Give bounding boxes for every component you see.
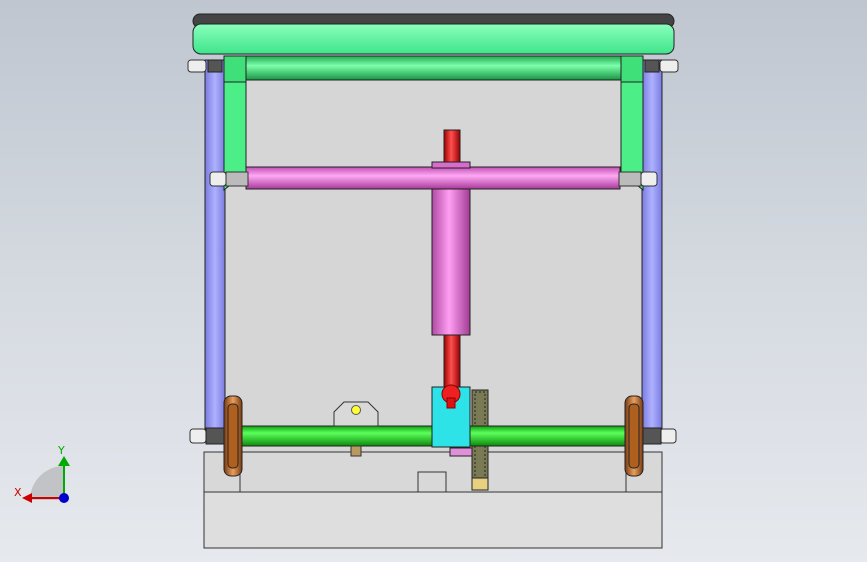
- upper-rod: [237, 55, 631, 81]
- sensor-indicator: [351, 405, 361, 415]
- left-wheel: [223, 395, 243, 477]
- top-cover: [192, 13, 675, 55]
- orientation-triad[interactable]: Y X: [14, 444, 70, 503]
- assembly-drawing: Y X: [14, 13, 679, 549]
- base-plate: [203, 451, 663, 549]
- right-upper-bracket: [620, 55, 644, 192]
- left-side-link: [204, 59, 226, 439]
- x-axis-arrow: [22, 493, 32, 503]
- triad-plane: [30, 466, 64, 500]
- cross-bar: [209, 166, 658, 190]
- bolt-top-left: [187, 59, 223, 73]
- connector-block: [431, 384, 471, 448]
- y-axis-arrow: [58, 456, 70, 466]
- x-axis-label: X: [14, 486, 22, 499]
- bolt-bottom-right: [642, 427, 677, 445]
- piston-rod-lower: [443, 334, 461, 388]
- bolt-bottom-left: [189, 427, 225, 445]
- left-upper-bracket: [223, 55, 247, 192]
- cad-viewport[interactable]: Y X: [0, 0, 867, 562]
- bolt-top-right: [644, 59, 679, 73]
- z-axis-dot: [59, 493, 69, 503]
- right-wheel: [624, 395, 644, 477]
- y-axis-label: Y: [57, 444, 65, 457]
- right-side-link: [641, 59, 663, 439]
